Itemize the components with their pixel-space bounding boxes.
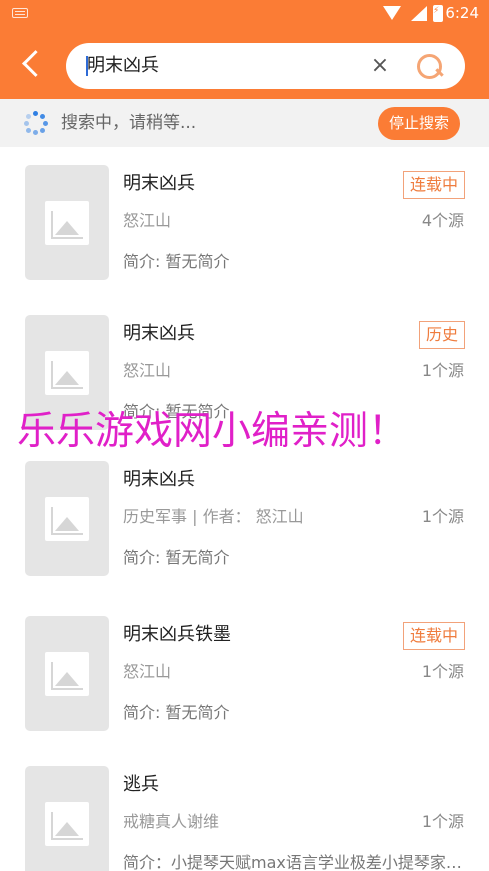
status-badge: 历史	[418, 321, 465, 349]
list-item[interactable]: 明末凶兵铁墨 连载中 怒江山 1个源 简介: 暂无简介	[0, 598, 489, 748]
searching-message: 搜索中，请稍等...	[61, 113, 197, 133]
source-count: 1个源	[421, 812, 464, 831]
source-count: 1个源	[421, 361, 464, 380]
image-placeholder-icon	[45, 351, 89, 395]
book-title: 明末凶兵	[123, 469, 195, 490]
image-placeholder-icon	[45, 802, 89, 846]
source-count: 4个源	[421, 211, 464, 230]
book-cover	[25, 165, 109, 280]
signal-icon	[411, 6, 427, 21]
book-cover	[25, 766, 109, 871]
book-title: 逃兵	[123, 774, 159, 795]
book-intro: 简介: 暂无简介	[123, 703, 230, 722]
book-author: 历史军事 | 作者： 怒江山	[123, 507, 304, 526]
status-badge: 连载中	[402, 622, 465, 650]
status-time: 6:24	[445, 4, 479, 22]
book-author: 怒江山	[123, 211, 172, 230]
clear-icon[interactable]: ×	[369, 52, 391, 80]
back-arrow-icon[interactable]	[20, 50, 46, 80]
book-intro: 简介：小提琴天赋max语言学业极差小提琴家…	[123, 853, 462, 871]
image-placeholder-icon	[45, 497, 89, 541]
source-count: 1个源	[421, 662, 464, 681]
status-badge: 连载中	[402, 171, 465, 199]
status-bar: 6:24	[0, 0, 489, 28]
book-cover	[25, 616, 109, 731]
list-item[interactable]: 逃兵 戒糖真人谢维 1个源 简介：小提琴天赋max语言学业极差小提琴家…	[0, 748, 489, 871]
wifi-icon	[383, 6, 401, 20]
search-input[interactable]: 明末凶兵	[87, 54, 159, 78]
image-placeholder-icon	[45, 652, 89, 696]
book-title: 明末凶兵	[123, 323, 195, 344]
list-item[interactable]: 明末凶兵 历史军事 | 作者： 怒江山 1个源 简介: 暂无简介	[0, 443, 489, 593]
book-intro: 简介: 暂无简介	[123, 252, 230, 271]
battery-icon	[433, 5, 443, 22]
book-title: 明末凶兵	[123, 173, 195, 194]
search-box[interactable]: 明末凶兵 ×	[66, 43, 465, 89]
book-author: 怒江山	[123, 662, 172, 681]
book-intro: 简介: 暂无简介	[123, 548, 230, 567]
book-cover	[25, 461, 109, 576]
app-bar: 6:24 明末凶兵 ×	[0, 0, 489, 99]
keyboard-icon	[12, 8, 28, 18]
watermark-text: 乐乐游戏网小编亲测！	[17, 409, 408, 454]
book-title: 明末凶兵铁墨	[123, 624, 231, 645]
book-author: 戒糖真人谢维	[123, 812, 220, 831]
search-icon[interactable]	[415, 52, 443, 80]
image-placeholder-icon	[45, 201, 89, 245]
list-item[interactable]: 明末凶兵 连载中 怒江山 4个源 简介: 暂无简介	[0, 147, 489, 297]
book-author: 怒江山	[123, 361, 172, 380]
loading-spinner-icon	[24, 111, 48, 135]
stop-search-button[interactable]: 停止搜索	[378, 107, 460, 140]
source-count: 1个源	[421, 507, 464, 526]
